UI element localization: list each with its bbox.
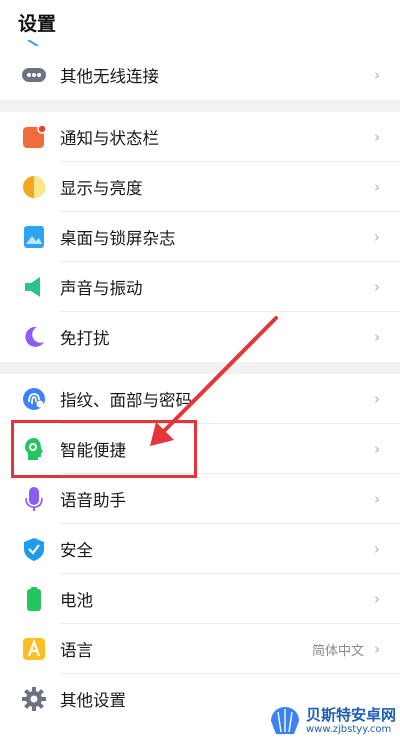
item-label: 其他无线连接: [60, 67, 159, 86]
settings-item-language[interactable]: 语言 简体中文 ›: [0, 624, 400, 674]
shell-logo-icon: [270, 707, 299, 734]
notification-icon: [21, 124, 47, 150]
language-icon: [21, 636, 47, 662]
chevron-right-icon: ›: [374, 640, 380, 658]
chevron-right-icon: ›: [374, 228, 380, 246]
watermark: 贝斯特安卓网 www.zjbstyy.com: [268, 704, 396, 738]
item-label: 电池: [60, 591, 93, 610]
chevron-right-icon: ›: [374, 490, 380, 508]
settings-item-fingerprint[interactable]: 指纹、面部与密码 ›: [0, 374, 400, 424]
chevron-right-icon: ›: [374, 540, 380, 558]
chevron-right-icon: ›: [374, 590, 380, 608]
watermark-url: www.zjbstyy.com: [305, 723, 392, 735]
chevron-right-icon: ›: [374, 440, 380, 458]
settings-item-display[interactable]: 显示与亮度 ›: [0, 162, 400, 212]
dots-icon: [21, 62, 47, 88]
settings-item-wallpaper[interactable]: 桌面与锁屏杂志 ›: [0, 212, 400, 262]
wallpaper-icon: [21, 224, 47, 250]
item-label: 语言: [60, 641, 93, 660]
settings-item-battery[interactable]: 电池 ›: [0, 574, 400, 624]
item-label: 桌面与锁屏杂志: [60, 229, 176, 248]
item-label: 免打扰: [60, 329, 110, 348]
shield-icon: [21, 536, 47, 562]
chevron-right-icon: ›: [374, 66, 380, 84]
chevron-right-icon: ›: [374, 178, 380, 196]
item-label: 通知与状态栏: [60, 129, 159, 148]
settings-item-voice-assistant[interactable]: 语音助手 ›: [0, 474, 400, 524]
brightness-icon: [21, 174, 47, 200]
settings-item-other-wireless[interactable]: 其他无线连接 ›: [0, 50, 400, 100]
group-2: 通知与状态栏 › 显示与亮度 › 桌面与锁屏杂志 › 声音与振动 › 免打扰 ›: [0, 112, 400, 362]
group-1: 其他无线连接 ›: [0, 50, 400, 100]
settings-item-notification[interactable]: 通知与状态栏 ›: [0, 112, 400, 162]
highlight-box: [11, 420, 197, 478]
item-label: 声音与振动: [60, 279, 143, 298]
chevron-right-icon: ›: [374, 128, 380, 146]
language-value: 简体中文: [311, 643, 364, 659]
group-divider: [0, 362, 400, 374]
fingerprint-icon: [21, 386, 47, 412]
chevron-right-icon: ›: [374, 278, 380, 296]
group-divider: [0, 100, 400, 112]
settings-item-do-not-disturb[interactable]: 免打扰 ›: [0, 312, 400, 362]
settings-header: 设置: [0, 0, 400, 44]
speaker-icon: [21, 274, 47, 300]
item-label: 显示与亮度: [60, 179, 143, 198]
page-title: 设置: [18, 12, 57, 35]
chevron-right-icon: ›: [374, 328, 380, 346]
bluetooth-icon-partial: [27, 40, 39, 46]
chevron-right-icon: ›: [374, 390, 380, 408]
microphone-icon: [21, 486, 47, 512]
settings-item-security[interactable]: 安全 ›: [0, 524, 400, 574]
battery-icon: [21, 586, 47, 612]
watermark-title: 贝斯特安卓网: [305, 705, 396, 724]
item-label: 指纹、面部与密码: [60, 391, 192, 410]
item-label: 语音助手: [60, 491, 126, 510]
item-label: 安全: [60, 541, 93, 560]
settings-item-sound[interactable]: 声音与振动 ›: [0, 262, 400, 312]
moon-icon: [21, 324, 47, 350]
gear-icon: [21, 686, 47, 712]
